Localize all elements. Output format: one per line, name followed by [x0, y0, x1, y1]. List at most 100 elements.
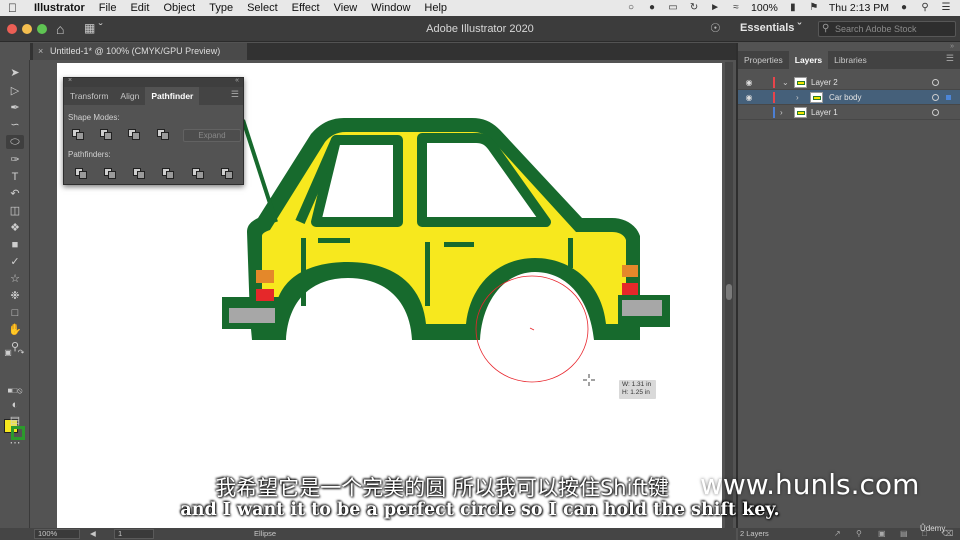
target-circle-icon[interactable]: [932, 79, 939, 86]
export-icon[interactable]: ↗: [834, 528, 841, 540]
unite-button[interactable]: [71, 128, 85, 140]
adobe-stock-search[interactable]: ⚲ Search Adobe Stock: [818, 21, 956, 37]
paintbrush-tool-icon[interactable]: ✑: [6, 153, 24, 167]
screen-mode-icon[interactable]: ▤: [6, 414, 24, 428]
color-mode-icons[interactable]: ■□⦸: [6, 384, 24, 398]
minus-back-button[interactable]: [220, 167, 234, 179]
notification-center-icon[interactable]: ☰: [940, 3, 952, 13]
more-tools-icon[interactable]: ⋯: [6, 436, 24, 450]
artboard-nav-icon[interactable]: ◀: [90, 528, 96, 540]
close-window-button[interactable]: [7, 24, 17, 34]
user-avatar-icon[interactable]: ●: [898, 3, 910, 13]
default-fill-stroke-icon[interactable]: ▣: [3, 346, 13, 360]
workspace-switcher[interactable]: Essentials ˇ: [740, 22, 801, 34]
layer-name[interactable]: Layer 1: [811, 105, 838, 120]
menu-view[interactable]: View: [334, 2, 358, 14]
vertical-scrollbar[interactable]: [725, 62, 733, 528]
minus-front-button[interactable]: [99, 128, 113, 140]
menu-help[interactable]: Help: [424, 2, 447, 14]
menu-edit[interactable]: Edit: [130, 2, 149, 14]
spotlight-search-icon[interactable]: ⚲: [919, 3, 931, 13]
menu-select[interactable]: Select: [247, 2, 278, 14]
app-menu[interactable]: Illustrator: [34, 2, 85, 14]
menu-object[interactable]: Object: [163, 2, 195, 14]
selection-indicator[interactable]: [946, 95, 951, 100]
tab-transform[interactable]: Transform: [64, 87, 114, 105]
menu-type[interactable]: Type: [209, 2, 233, 14]
artboard-number-field[interactable]: 1: [114, 529, 154, 539]
tab-properties[interactable]: Properties: [738, 51, 789, 69]
target-circle-icon[interactable]: [932, 109, 939, 116]
eraser-tool-icon[interactable]: ◫: [6, 204, 24, 218]
minimize-window-button[interactable]: [22, 24, 32, 34]
exclude-button[interactable]: [156, 128, 170, 140]
swap-fill-stroke-icon[interactable]: ↷: [16, 346, 26, 360]
intersect-button[interactable]: [127, 128, 141, 140]
outline-button[interactable]: [191, 167, 205, 179]
menu-effect[interactable]: Effect: [292, 2, 320, 14]
visibility-eye-icon[interactable]: ◉: [743, 90, 755, 105]
new-sublayer-icon[interactable]: ▤: [900, 528, 908, 540]
volume-icon[interactable]: ►: [709, 3, 721, 13]
layers-menu-icon[interactable]: ☰: [946, 53, 954, 64]
hand-tool-icon[interactable]: ✋: [6, 323, 24, 337]
expand-arrow-icon[interactable]: ⌄: [782, 75, 789, 90]
width-tool-icon[interactable]: ❖: [6, 221, 24, 235]
eyedropper-tool-icon[interactable]: ✓: [6, 255, 24, 269]
close-panel-icon[interactable]: ×: [68, 77, 72, 84]
creative-cloud-icon[interactable]: ○: [625, 3, 637, 13]
wifi-icon[interactable]: ≈: [730, 3, 742, 13]
collapse-panel-icon[interactable]: «: [235, 77, 239, 84]
pen-tool-icon[interactable]: ✒: [6, 101, 24, 115]
crop-button[interactable]: [161, 167, 175, 179]
expand-arrow-icon[interactable]: ›: [796, 90, 799, 105]
document-tab[interactable]: × Untitled-1* @ 100% (CMYK/GPU Preview): [33, 43, 247, 60]
zoom-window-button[interactable]: [37, 24, 47, 34]
screen-record-icon[interactable]: ●: [646, 3, 658, 13]
artboard-tool-icon[interactable]: □: [6, 306, 24, 320]
symbol-sprayer-tool-icon[interactable]: ❉: [6, 289, 24, 303]
blend-tool-icon[interactable]: ☆: [6, 272, 24, 286]
visibility-eye-icon[interactable]: ◉: [743, 75, 755, 90]
close-tab-icon[interactable]: ×: [38, 43, 43, 60]
layer-row-layer-1[interactable]: › Layer 1: [738, 105, 960, 120]
direct-selection-tool-icon[interactable]: ▷: [6, 84, 24, 98]
time-machine-icon[interactable]: ↻: [688, 3, 700, 13]
zoom-level-field[interactable]: 100%: [34, 529, 80, 539]
tab-align[interactable]: Align: [114, 87, 145, 105]
menu-window[interactable]: Window: [371, 2, 410, 14]
curvature-tool-icon[interactable]: ∽: [6, 118, 24, 132]
layer-row-layer-2[interactable]: ◉ ⌄ Layer 2: [738, 75, 960, 90]
home-icon[interactable]: ⌂: [56, 21, 64, 37]
us-flag-icon[interactable]: ⚑: [808, 3, 820, 13]
type-tool-icon[interactable]: T: [6, 170, 24, 184]
trim-button[interactable]: [103, 167, 117, 179]
gradient-tool-icon[interactable]: ■: [6, 238, 24, 252]
drawing-mode-icon[interactable]: ◐: [6, 398, 24, 412]
layer-name[interactable]: Layer 2: [811, 75, 838, 90]
menu-file[interactable]: File: [99, 2, 117, 14]
expand-button[interactable]: Expand: [183, 129, 241, 142]
selection-tool-icon[interactable]: ➤: [6, 66, 24, 80]
divide-button[interactable]: [74, 167, 88, 179]
layer-name[interactable]: Car body: [829, 90, 861, 105]
layer-row-car-body[interactable]: ◉ › Car body: [738, 90, 960, 105]
panel-menu-icon[interactable]: ☰: [231, 89, 239, 100]
apple-menu-icon[interactable]: : [8, 1, 22, 15]
collapse-panels-icon[interactable]: »: [950, 43, 954, 50]
rotate-tool-icon[interactable]: ↶: [6, 187, 24, 201]
merge-button[interactable]: [132, 167, 146, 179]
panel-header[interactable]: × «: [64, 77, 243, 87]
clipping-mask-icon[interactable]: ▣: [878, 528, 886, 540]
expand-arrow-icon[interactable]: ›: [780, 105, 783, 120]
tab-pathfinder[interactable]: Pathfinder: [145, 87, 200, 105]
menubar-clock[interactable]: Thu 2:13 PM: [829, 2, 889, 14]
locate-object-icon[interactable]: ⚲: [856, 528, 862, 540]
target-circle-icon[interactable]: [932, 94, 939, 101]
arrange-documents-icon[interactable]: ▦ ˇ: [84, 21, 103, 35]
airplay-icon[interactable]: ▭: [667, 3, 679, 13]
tab-libraries[interactable]: Libraries: [828, 51, 873, 69]
lightbulb-icon[interactable]: ☉: [710, 21, 721, 35]
ellipse-tool-icon[interactable]: ⬭: [6, 135, 24, 149]
scrollbar-thumb[interactable]: [726, 284, 732, 300]
